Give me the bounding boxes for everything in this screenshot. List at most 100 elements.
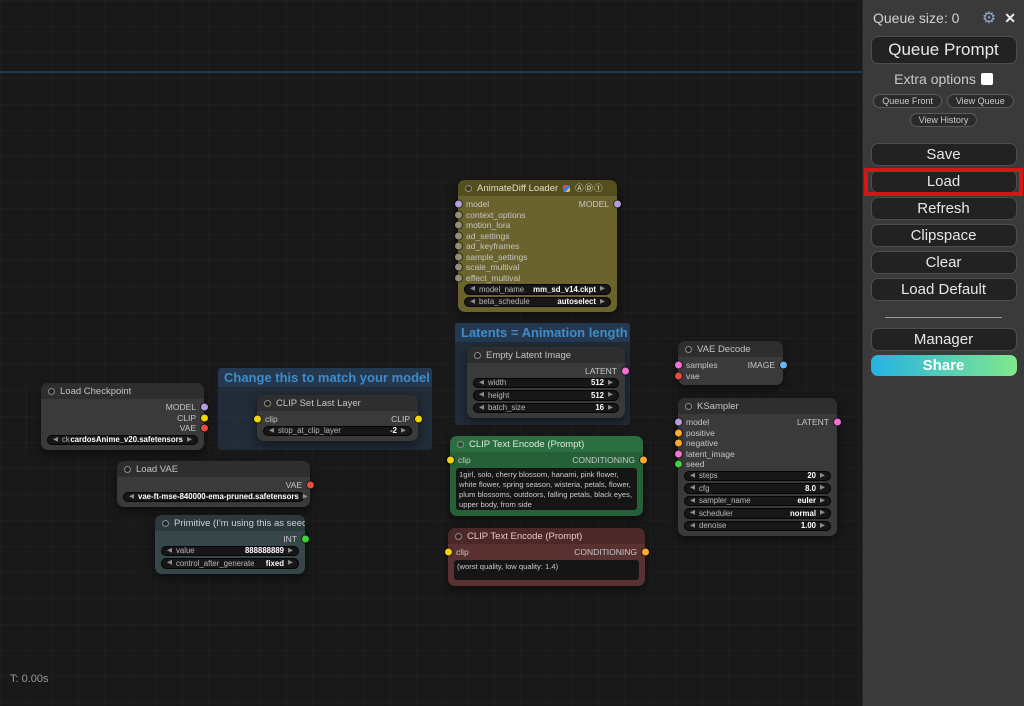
widget-right-arrow-icon[interactable]: ▶ bbox=[820, 510, 825, 517]
negative-input-slot[interactable] bbox=[675, 440, 682, 447]
node-load_checkpoint[interactable]: Load CheckpointMODELCLIPVAE◀ckpt_namecar… bbox=[41, 383, 204, 450]
clipspace-button[interactable]: Clipspace bbox=[871, 224, 1017, 247]
load-default-button[interactable]: Load Default bbox=[871, 278, 1017, 301]
collapse-dot-icon[interactable] bbox=[474, 352, 481, 359]
widget-left-arrow-icon[interactable]: ◀ bbox=[690, 523, 695, 530]
close-icon[interactable]: ✕ bbox=[1004, 10, 1016, 27]
node-title-bar[interactable]: Empty Latent Image bbox=[467, 347, 625, 363]
empty_latent-widget-batch_size[interactable]: ◀batch_size16▶ bbox=[473, 403, 619, 414]
collapse-dot-icon[interactable] bbox=[457, 441, 464, 448]
model-input-slot[interactable] bbox=[675, 419, 682, 426]
collapse-dot-icon[interactable] bbox=[465, 185, 472, 192]
widget-left-arrow-icon[interactable]: ◀ bbox=[167, 548, 172, 555]
widget-left-arrow-icon[interactable]: ◀ bbox=[690, 510, 695, 517]
clip-input-slot[interactable] bbox=[445, 549, 452, 556]
widget-right-arrow-icon[interactable]: ▶ bbox=[820, 523, 825, 530]
empty_latent-widget-width[interactable]: ◀width512▶ bbox=[473, 378, 619, 389]
INT-output-slot[interactable] bbox=[302, 536, 309, 543]
clip_pos-prompt-text[interactable]: 1girl, solo, cherry blossom, hanami, pin… bbox=[456, 468, 637, 510]
CONDITIONING-output-slot[interactable] bbox=[642, 549, 649, 556]
node-title-bar[interactable]: KSampler bbox=[678, 398, 837, 414]
ksampler-widget-cfg[interactable]: ◀cfg8.0▶ bbox=[684, 483, 831, 494]
motion_lora-input-slot[interactable] bbox=[455, 222, 462, 229]
view-history-button[interactable]: View History bbox=[910, 113, 978, 127]
clip_neg-prompt-text[interactable]: (worst quality, low quality: 1.4) bbox=[454, 560, 639, 580]
widget-left-arrow-icon[interactable]: ◀ bbox=[479, 392, 484, 399]
node-title-bar[interactable]: Load VAE bbox=[117, 461, 310, 477]
scale_multival-input-slot[interactable] bbox=[455, 264, 462, 271]
manager-button[interactable]: Manager bbox=[871, 328, 1017, 351]
empty_latent-widget-height[interactable]: ◀height512▶ bbox=[473, 390, 619, 401]
animatediff-widget-model_name[interactable]: ◀model_namemm_sd_v14.ckpt▶ bbox=[464, 284, 611, 295]
node-title-bar[interactable]: CLIP Text Encode (Prompt) bbox=[448, 528, 645, 544]
ksampler-widget-scheduler[interactable]: ◀schedulernormal▶ bbox=[684, 508, 831, 519]
widget-left-arrow-icon[interactable]: ◀ bbox=[53, 437, 58, 444]
save-button[interactable]: Save bbox=[871, 143, 1017, 166]
collapse-dot-icon[interactable] bbox=[124, 466, 131, 473]
node-clip_pos[interactable]: CLIP Text Encode (Prompt)clipCONDITIONIN… bbox=[450, 436, 643, 516]
widget-right-arrow-icon[interactable]: ▶ bbox=[608, 405, 613, 412]
seed-input-slot[interactable] bbox=[675, 461, 682, 468]
MODEL-output-slot[interactable] bbox=[201, 404, 208, 411]
effect_multival-input-slot[interactable] bbox=[455, 274, 462, 281]
clip_set-widget-stop_at_clip_layer[interactable]: ◀stop_at_clip_layer-2▶ bbox=[263, 426, 412, 437]
share-button[interactable]: Share bbox=[871, 355, 1017, 376]
widget-left-arrow-icon[interactable]: ◀ bbox=[690, 498, 695, 505]
widget-right-arrow-icon[interactable]: ▶ bbox=[820, 485, 825, 492]
ksampler-widget-steps[interactable]: ◀steps20▶ bbox=[684, 471, 831, 482]
widget-right-arrow-icon[interactable]: ▶ bbox=[820, 473, 825, 480]
widget-left-arrow-icon[interactable]: ◀ bbox=[470, 299, 475, 306]
vae-input-slot[interactable] bbox=[675, 372, 682, 379]
positive-input-slot[interactable] bbox=[675, 429, 682, 436]
widget-right-arrow-icon[interactable]: ▶ bbox=[288, 548, 293, 555]
widget-left-arrow-icon[interactable]: ◀ bbox=[479, 405, 484, 412]
load_checkpoint-widget-ckpt_name[interactable]: ◀ckpt_namecardosAnime_v20.safetensors▶ bbox=[47, 435, 198, 446]
collapse-dot-icon[interactable] bbox=[455, 533, 462, 540]
context_options-input-slot[interactable] bbox=[455, 211, 462, 218]
primitive-widget-control_after_generate[interactable]: ◀control_after_generatefixed▶ bbox=[161, 558, 299, 569]
widget-right-arrow-icon[interactable]: ▶ bbox=[820, 498, 825, 505]
node-title-bar[interactable]: AnimateDiff LoaderⒶⒹ① bbox=[458, 180, 617, 196]
animatediff-widget-beta_schedule[interactable]: ◀beta_scheduleautoselect▶ bbox=[464, 297, 611, 308]
widget-left-arrow-icon[interactable]: ◀ bbox=[129, 494, 134, 501]
node-title-bar[interactable]: Load Checkpoint bbox=[41, 383, 204, 399]
widget-right-arrow-icon[interactable]: ▶ bbox=[401, 428, 406, 435]
MODEL-output-slot[interactable] bbox=[614, 201, 621, 208]
node-clip_neg[interactable]: CLIP Text Encode (Prompt)clipCONDITIONIN… bbox=[448, 528, 645, 586]
CONDITIONING-output-slot[interactable] bbox=[640, 457, 647, 464]
widget-right-arrow-icon[interactable]: ▶ bbox=[303, 494, 308, 501]
widget-left-arrow-icon[interactable]: ◀ bbox=[167, 560, 172, 567]
load_vae-widget-vae_name[interactable]: ◀vae_namevae-ft-mse-840000-ema-pruned.sa… bbox=[123, 492, 304, 503]
sample_settings-input-slot[interactable] bbox=[455, 253, 462, 260]
samples-input-slot[interactable] bbox=[675, 362, 682, 369]
model-input-slot[interactable] bbox=[455, 201, 462, 208]
CLIP-output-slot[interactable] bbox=[201, 414, 208, 421]
widget-left-arrow-icon[interactable]: ◀ bbox=[470, 286, 475, 293]
node-load_vae[interactable]: Load VAEVAE◀vae_namevae-ft-mse-840000-em… bbox=[117, 461, 310, 507]
clip-input-slot[interactable] bbox=[254, 416, 261, 423]
node-title-bar[interactable]: CLIP Text Encode (Prompt) bbox=[450, 436, 643, 452]
clip-input-slot[interactable] bbox=[447, 457, 454, 464]
ksampler-widget-sampler_name[interactable]: ◀sampler_nameeuler▶ bbox=[684, 496, 831, 507]
widget-left-arrow-icon[interactable]: ◀ bbox=[690, 473, 695, 480]
widget-right-arrow-icon[interactable]: ▶ bbox=[608, 392, 613, 399]
primitive-widget-value[interactable]: ◀value888888889▶ bbox=[161, 546, 299, 557]
widget-left-arrow-icon[interactable]: ◀ bbox=[690, 485, 695, 492]
IMAGE-output-slot[interactable] bbox=[780, 362, 787, 369]
widget-right-arrow-icon[interactable]: ▶ bbox=[187, 437, 192, 444]
widget-right-arrow-icon[interactable]: ▶ bbox=[600, 286, 605, 293]
collapse-dot-icon[interactable] bbox=[685, 403, 692, 410]
clear-button[interactable]: Clear bbox=[871, 251, 1017, 274]
view-queue-button[interactable]: View Queue bbox=[947, 94, 1014, 108]
widget-right-arrow-icon[interactable]: ▶ bbox=[288, 560, 293, 567]
collapse-dot-icon[interactable] bbox=[685, 346, 692, 353]
widget-right-arrow-icon[interactable]: ▶ bbox=[600, 299, 605, 306]
collapse-dot-icon[interactable] bbox=[162, 520, 169, 527]
node-ksampler[interactable]: KSamplermodelLATENTpositivenegativelaten… bbox=[678, 398, 837, 536]
queue-prompt-button[interactable]: Queue Prompt bbox=[871, 36, 1017, 64]
graph-canvas[interactable]: T: 0.00s I: 0 N: 11 [11] V: 24 FPS:63.29… bbox=[0, 0, 862, 706]
widget-left-arrow-icon[interactable]: ◀ bbox=[479, 380, 484, 387]
ksampler-widget-denoise[interactable]: ◀denoise1.00▶ bbox=[684, 521, 831, 532]
node-title-bar[interactable]: CLIP Set Last Layer bbox=[257, 395, 418, 411]
widget-left-arrow-icon[interactable]: ◀ bbox=[269, 428, 274, 435]
